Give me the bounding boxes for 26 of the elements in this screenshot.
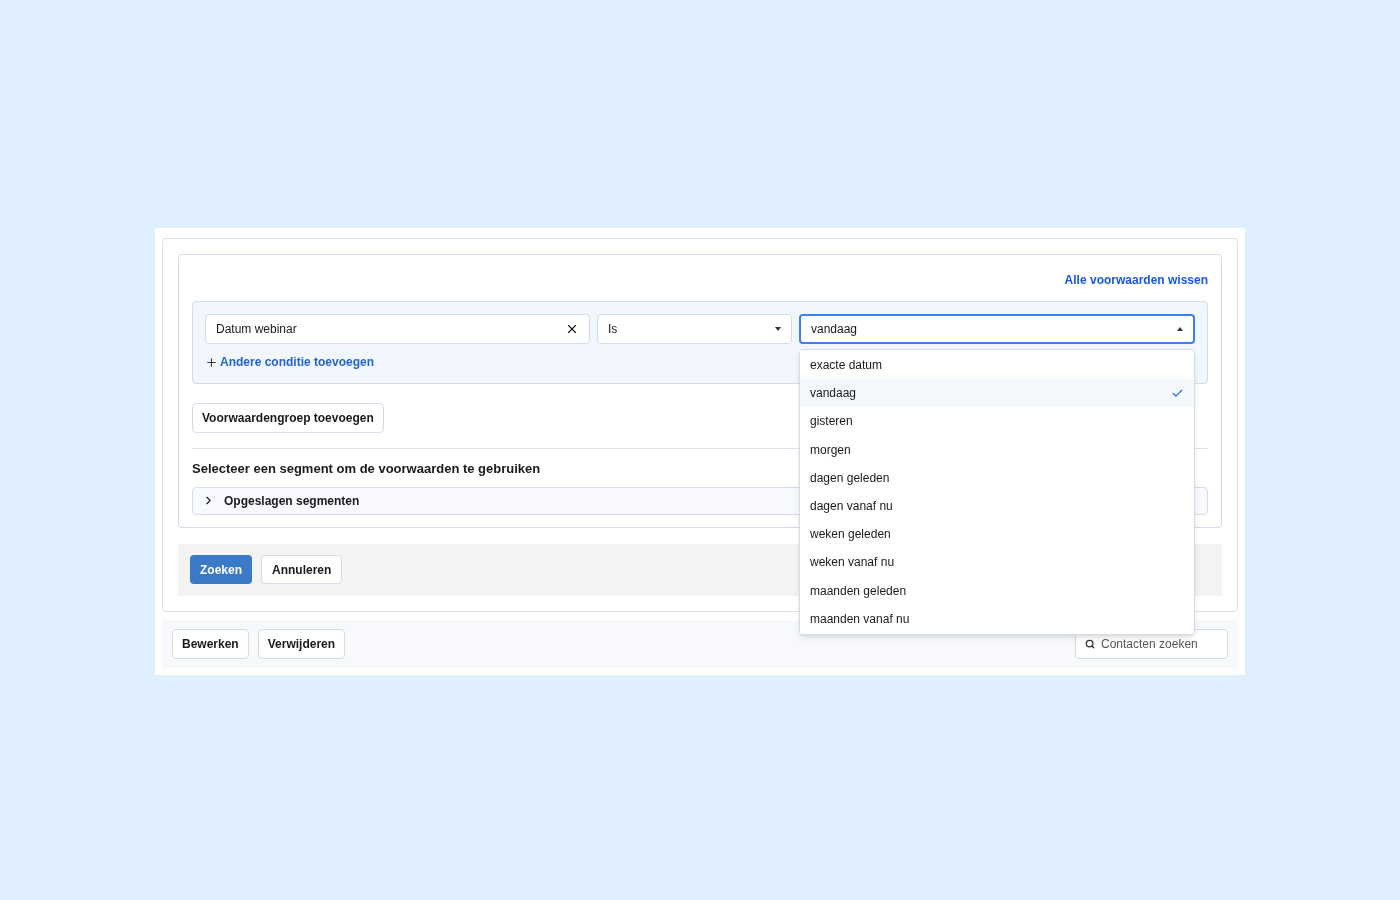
dropdown-option[interactable]: exacte datum — [800, 351, 1194, 380]
caret-down-icon — [775, 327, 781, 331]
segment-heading: Selecteer een segment om de voorwaarden te gebruiken — [192, 460, 541, 478]
search-icon — [1085, 638, 1095, 649]
value-select[interactable]: vandaag — [799, 314, 1195, 344]
dropdown-option[interactable]: maanden geleden — [800, 576, 1194, 605]
dropdown-option[interactable]: weken geleden — [800, 520, 1194, 549]
edit-button[interactable]: Bewerken — [172, 628, 249, 659]
clear-conditions-link[interactable]: Alle voorwaarden wissen — [1064, 271, 1208, 289]
add-group-button[interactable]: Voorwaardengroep toevoegen — [192, 403, 384, 433]
plus-icon — [205, 355, 218, 369]
cancel-button[interactable]: Annuleren — [261, 555, 343, 584]
close-icon[interactable] — [565, 322, 579, 336]
dropdown-option[interactable]: weken vanaf nu — [800, 548, 1194, 577]
dropdown-option[interactable]: morgen — [800, 435, 1194, 464]
caret-up-icon — [1177, 327, 1183, 331]
add-condition-link[interactable]: Andere conditie toevoegen — [205, 353, 375, 371]
search-button[interactable]: Zoeken — [190, 555, 252, 584]
delete-button[interactable]: Verwijderen — [257, 628, 346, 659]
operator-select[interactable]: Is — [597, 314, 792, 344]
field-select[interactable]: Datum webinar — [205, 314, 590, 344]
dropdown-option[interactable]: gisteren — [800, 407, 1194, 436]
dropdown-option[interactable]: vandaag — [800, 379, 1194, 408]
dropdown-option[interactable]: dagen geleden — [800, 463, 1194, 492]
dropdown-option[interactable]: maanden vanaf nu — [800, 604, 1194, 633]
dropdown-option[interactable]: dagen vanaf nu — [800, 491, 1194, 521]
